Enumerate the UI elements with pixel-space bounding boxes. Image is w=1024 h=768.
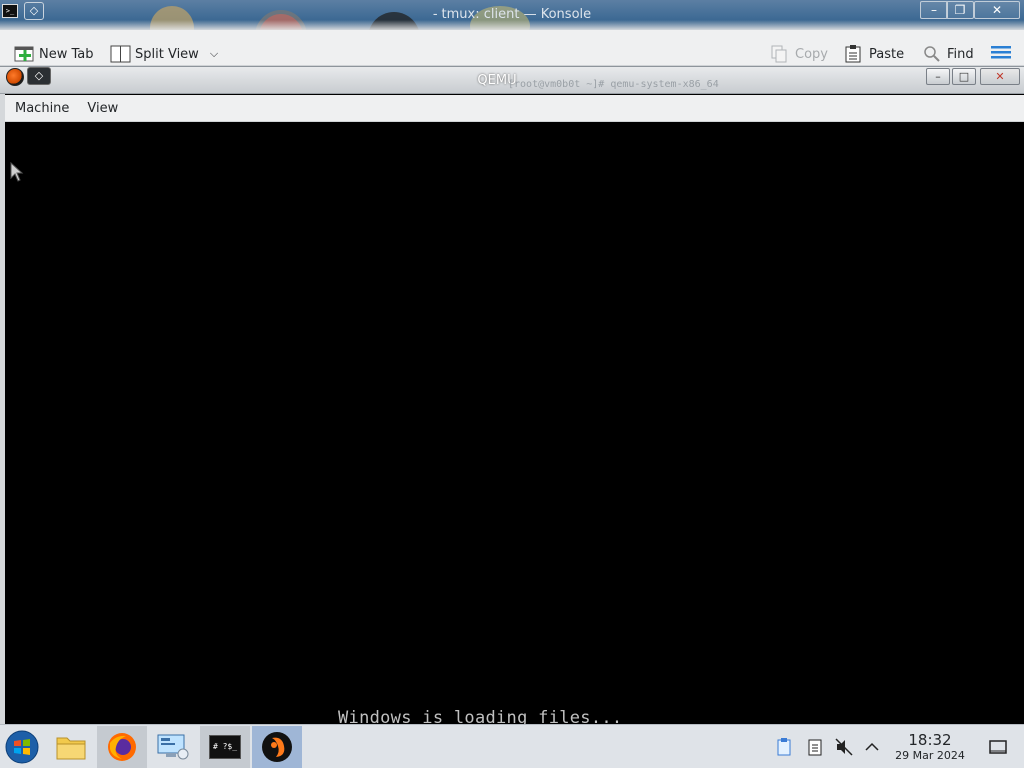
- title-text: tmux: client — Konsole: [441, 7, 592, 22]
- clock-date: 29 Mar 2024: [895, 749, 965, 762]
- paste-label: Paste: [869, 46, 905, 62]
- qemu-icon: [262, 732, 292, 762]
- taskbar: # ?$_ 18:32 29 Mar 2024: [0, 724, 1024, 768]
- taskbar-qemu[interactable]: [252, 726, 302, 768]
- boot-loading-text: Windows is loading files...: [338, 708, 623, 724]
- terminal-icon: # ?$_: [209, 735, 241, 759]
- close-button[interactable]: ✕: [974, 1, 1020, 19]
- minimize-icon: –: [935, 70, 941, 83]
- menu-machine[interactable]: Machine: [15, 101, 69, 116]
- minimize-icon: –: [931, 3, 937, 17]
- maximize-icon: □: [958, 70, 970, 83]
- taskbar-konsole[interactable]: # ?$_: [200, 726, 250, 768]
- monitor-icon: [157, 734, 189, 760]
- qemu-minimize-button[interactable]: –: [926, 68, 950, 85]
- firefox-icon: [108, 733, 136, 761]
- restore-button[interactable]: ❐: [946, 1, 974, 19]
- copy-icon: [770, 45, 790, 63]
- new-tab-label: New Tab: [39, 46, 94, 62]
- hamburger-menu-icon: [990, 43, 1012, 65]
- windows-orb-icon: [5, 730, 39, 764]
- menu-view[interactable]: View: [87, 101, 118, 116]
- taskbar-file-manager[interactable]: [46, 726, 96, 768]
- system-clock[interactable]: 18:32 29 Mar 2024: [884, 732, 976, 763]
- notes-icon[interactable]: [805, 737, 825, 757]
- chevron-down-icon[interactable]: ⌵: [210, 47, 218, 61]
- paste-icon: [844, 45, 864, 63]
- close-icon: ✕: [991, 3, 1003, 17]
- find-button[interactable]: Find: [922, 43, 974, 65]
- paste-button[interactable]: Paste: [844, 43, 904, 65]
- clock-time: 18:32: [908, 731, 952, 749]
- minimize-button[interactable]: –: [920, 1, 948, 19]
- clipboard-icon[interactable]: [774, 737, 794, 757]
- taskbar-firefox[interactable]: [97, 726, 147, 768]
- close-icon: ✕: [995, 70, 1005, 83]
- split-view-button[interactable]: Split View ⌵: [110, 43, 218, 65]
- show-desktop-icon[interactable]: [988, 737, 1008, 757]
- restore-icon: ❐: [954, 3, 966, 17]
- split-view-icon: [110, 45, 131, 63]
- taskbar-remote-desktop[interactable]: [148, 726, 198, 768]
- copy-button[interactable]: Copy: [770, 43, 828, 65]
- split-view-label: Split View: [135, 46, 199, 62]
- hamburger-menu-button[interactable]: [990, 43, 1012, 65]
- folder-icon: [56, 737, 86, 760]
- qemu-window-title: QEMU: [477, 73, 517, 88]
- qemu-close-button[interactable]: ✕: [980, 68, 1020, 85]
- vm-display[interactable]: Windows is loading files...: [5, 122, 1024, 724]
- mouse-cursor-icon: [10, 162, 24, 182]
- volume-muted-icon[interactable]: [834, 737, 854, 757]
- start-menu-button[interactable]: [0, 726, 44, 768]
- qemu-titlebar[interactable]: ◇ QEMU [root@vm0b0t ~]# qemu-system-x86_…: [0, 66, 1024, 94]
- copy-label: Copy: [795, 46, 828, 62]
- konsole-toolbar: New Tab Split View ⌵ Copy Paste Find: [0, 30, 1024, 66]
- find-label: Find: [947, 46, 974, 62]
- window-title: - tmux: client — Konsole: [0, 7, 1024, 22]
- title-prefix: -: [432, 7, 438, 22]
- search-icon: [922, 45, 942, 63]
- qemu-menubar: Machine View: [5, 95, 1024, 122]
- qemu-maximize-button[interactable]: □: [952, 68, 976, 85]
- new-tab-button[interactable]: New Tab: [14, 43, 94, 65]
- chevron-up-icon[interactable]: [862, 737, 882, 757]
- konsole-titlebar[interactable]: >_ ◇ - tmux: client — Konsole – ❐ ✕: [0, 0, 1024, 30]
- new-tab-icon: [14, 45, 34, 63]
- background-terminal-command: [root@vm0b0t ~]# qemu-system-x86_64: [508, 79, 719, 90]
